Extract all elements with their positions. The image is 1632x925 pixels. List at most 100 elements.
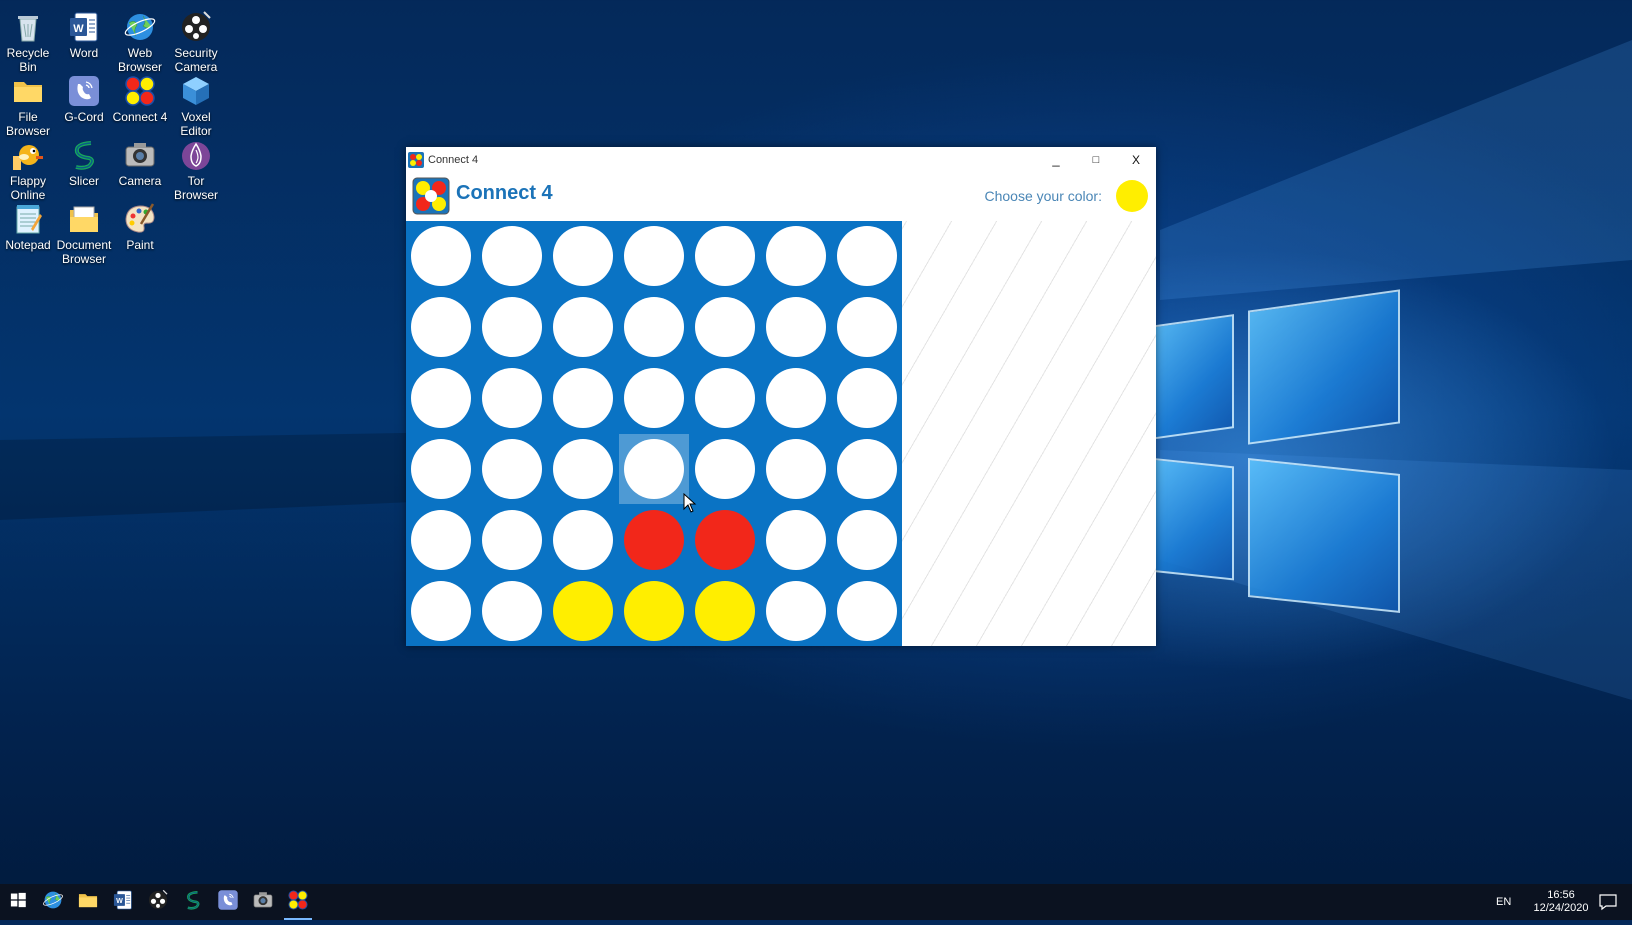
desktop-icon-flappy-bird[interactable]: Flappy Online [0,138,57,202]
board-slot-empty[interactable] [624,368,684,428]
connect4-icon [408,151,424,168]
board-slot-empty[interactable] [695,297,755,357]
recycle-bin-icon [11,10,45,44]
language-indicator[interactable]: EN [1496,896,1511,909]
taskbar-folder-button[interactable] [70,884,106,920]
start-icon [7,889,29,916]
board-slot-empty[interactable] [553,368,613,428]
board-slot-empty[interactable] [766,368,826,428]
board-slot-empty[interactable] [624,439,684,499]
board-slot-empty[interactable] [837,368,897,428]
camera-icon [252,889,274,916]
board-slot-empty[interactable] [411,439,471,499]
desktop-icon-label: Tor Browser [173,174,218,202]
connect4-window: Connect 4 _ □ X Connect 4 Choose your co… [406,147,1156,646]
clock[interactable]: 16:56 12/24/2020 [1526,889,1596,915]
desktop-icon-label: Web Browser [117,46,162,74]
taskbar-connect4-button[interactable] [280,884,316,920]
color-choice-button[interactable] [1116,180,1148,212]
svg-text:W: W [73,23,84,35]
web-browser-icon [42,889,64,916]
security-camera-icon [147,889,169,916]
desktop-icon-folder[interactable]: File Browser [0,74,57,138]
board-slot-empty[interactable] [837,226,897,286]
g-cord-icon [217,889,239,916]
tor-onion-icon [179,138,213,172]
desktop-icon-voxel-cube[interactable]: Voxel Editor [167,74,225,138]
disc-yellow[interactable] [624,581,684,641]
board-slot-empty[interactable] [411,510,471,570]
action-center-button[interactable] [1590,884,1626,920]
desktop-icon-slicer[interactable]: Slicer [55,138,113,188]
flappy-bird-icon [11,138,45,172]
taskbar-security-camera-button[interactable] [140,884,176,920]
board-slot-empty[interactable] [837,297,897,357]
folder-icon [77,889,99,916]
board-slot-empty[interactable] [837,510,897,570]
taskbar-slicer-button[interactable] [175,884,211,920]
svg-text:W: W [116,897,123,905]
desktop-icon-label: Recycle Bin [6,46,50,74]
board-slot-empty[interactable] [837,581,897,641]
desktop-icon-security-camera[interactable]: Security Camera [167,10,225,74]
board-slot-empty[interactable] [553,439,613,499]
taskbar-word-button[interactable]: W [105,884,141,920]
close-button[interactable]: X [1116,147,1156,172]
board-slot-empty[interactable] [766,226,826,286]
disc-yellow[interactable] [695,581,755,641]
desktop-icon-word[interactable]: W Word [55,10,113,60]
board-slot-empty[interactable] [482,510,542,570]
camera-icon [123,138,157,172]
board-slot-empty[interactable] [695,226,755,286]
desktop-icon-web-browser[interactable]: Web Browser [111,10,169,74]
desktop-icon-camera[interactable]: Camera [111,138,169,188]
board-slot-empty[interactable] [766,297,826,357]
taskbar-web-browser-button[interactable] [35,884,71,920]
board-slot-empty[interactable] [482,226,542,286]
board-slot-empty[interactable] [766,510,826,570]
desktop-icon-tor-onion[interactable]: Tor Browser [167,138,225,202]
board-slot-empty[interactable] [624,226,684,286]
minimize-button[interactable]: _ [1036,147,1076,172]
taskbar-start-button[interactable] [0,884,36,920]
disc-red[interactable] [624,510,684,570]
window-titlebar[interactable]: Connect 4 _ □ X [406,147,1156,172]
board-slot-empty[interactable] [553,226,613,286]
desktop-icon-recycle-bin[interactable]: Recycle Bin [0,10,57,74]
board-slot-empty[interactable] [766,439,826,499]
board-slot-empty[interactable] [553,510,613,570]
desktop-icon-label: Camera [118,174,162,188]
board-slot-empty[interactable] [411,226,471,286]
disc-yellow[interactable] [553,581,613,641]
desktop-icon-notepad[interactable]: Notepad [0,202,57,252]
board-slot-empty[interactable] [766,581,826,641]
desktop-icon-document-folder[interactable]: Document Browser [55,202,113,266]
clock-date: 12/24/2020 [1533,902,1589,914]
window-title: Connect 4 [428,153,479,166]
taskbar-camera-button[interactable] [245,884,281,920]
board-slot-empty[interactable] [624,297,684,357]
board-slot-empty[interactable] [482,368,542,428]
board-slot-empty[interactable] [695,439,755,499]
board-slot-empty[interactable] [411,581,471,641]
taskbar-g-cord-button[interactable] [210,884,246,920]
desktop-icon-g-cord[interactable]: G-Cord [55,74,113,124]
desktop-icon-paint-palette[interactable]: Paint [111,202,169,252]
maximize-button[interactable]: □ [1076,147,1116,172]
folder-icon [11,74,45,108]
board-slot-empty[interactable] [411,297,471,357]
disc-red[interactable] [695,510,755,570]
desktop-icon-connect4[interactable]: Connect 4 [111,74,169,124]
board-slot-empty[interactable] [482,439,542,499]
board-slot-empty[interactable] [482,581,542,641]
desktop-icon-label: Voxel Editor [180,110,212,138]
board-slot-empty[interactable] [553,297,613,357]
board-slot-empty[interactable] [837,439,897,499]
desktop-icon-label: Slicer [68,174,99,188]
slicer-icon [182,889,204,916]
board-slot-empty[interactable] [411,368,471,428]
board-slot-empty[interactable] [482,297,542,357]
desktop-icon-label: File Browser [5,110,50,138]
game-board[interactable] [406,221,902,646]
board-slot-empty[interactable] [695,368,755,428]
